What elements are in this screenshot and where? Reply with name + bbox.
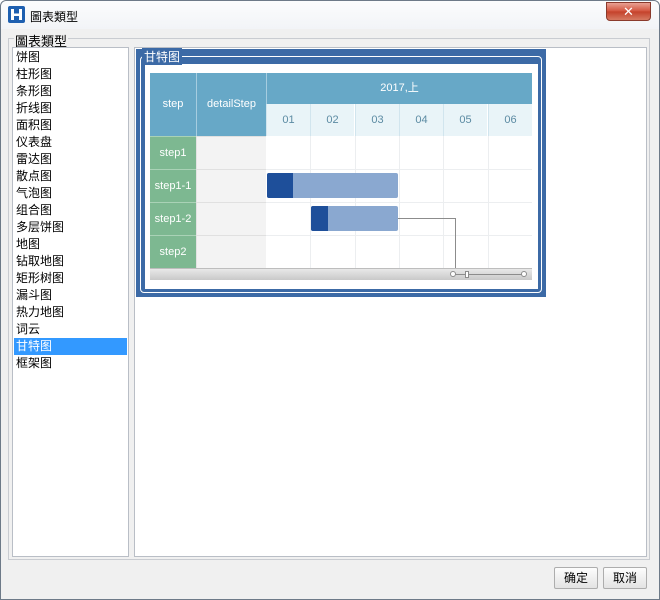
dependency-line-v xyxy=(455,218,456,268)
chart-type-item[interactable]: 矩形树图 xyxy=(14,270,127,287)
chart-type-item[interactable]: 多层饼图 xyxy=(14,219,127,236)
cancel-button[interactable]: 取消 xyxy=(603,567,647,589)
window-title: 圖表類型 xyxy=(30,10,79,24)
gantt-grid-line xyxy=(266,169,532,170)
gantt-row-label: step1 xyxy=(150,136,196,169)
chart-type-item[interactable]: 甘特图 xyxy=(14,338,127,355)
gantt-task-bar[interactable] xyxy=(311,206,398,231)
dependency-line-h xyxy=(398,218,455,219)
gantt-month-header: 05 xyxy=(443,104,487,136)
gantt-row-label: step1-1 xyxy=(150,169,196,202)
chart-type-item[interactable]: 雷达图 xyxy=(14,151,127,168)
chart-type-item[interactable]: 热力地图 xyxy=(14,304,127,321)
chart-type-item[interactable]: 框架图 xyxy=(14,355,127,372)
gantt-row-detail xyxy=(196,235,266,268)
chart-type-item[interactable]: 面积图 xyxy=(14,117,127,134)
app-logo-icon xyxy=(8,6,25,23)
chart-type-item[interactable]: 条形图 xyxy=(14,83,127,100)
gantt-month-header: 06 xyxy=(488,104,532,136)
chart-type-item[interactable]: 词云 xyxy=(14,321,127,338)
gantt-preview-title: 甘特图 xyxy=(142,48,183,65)
ok-button[interactable]: 确定 xyxy=(554,567,598,589)
chart-type-list[interactable]: 饼图 柱形图 条形图 折线图 面积图 仪表盘 雷达图 散点图 气泡图 组合图 多层饼图 地图 钻取地图矩… xyxy=(12,47,129,557)
gantt-header-period: 2017,上 xyxy=(266,73,532,104)
close-button[interactable]: ✕ xyxy=(606,2,651,21)
gantt-header-detail: detailStep xyxy=(196,73,266,136)
gantt-task-bar[interactable] xyxy=(267,173,398,198)
zoom-slider-thumb[interactable] xyxy=(465,271,469,278)
chart-type-item[interactable]: 柱形图 xyxy=(14,66,127,83)
chart-type-item[interactable]: 钻取地图 xyxy=(14,253,127,270)
gantt-task-progress xyxy=(267,173,293,198)
chart-type-item[interactable]: 气泡图 xyxy=(14,185,127,202)
gantt-row-label: step1-2 xyxy=(150,202,196,235)
chart-type-item[interactable]: 折线图 xyxy=(14,100,127,117)
gantt-row-detail xyxy=(196,202,266,235)
chart-type-item[interactable]: 仪表盘 xyxy=(14,134,127,151)
gantt-month-header: 04 xyxy=(399,104,443,136)
zoom-out-icon[interactable] xyxy=(450,271,456,277)
gantt-month-header: 03 xyxy=(355,104,399,136)
chart-type-item[interactable]: 组合图 xyxy=(14,202,127,219)
gantt-task-progress xyxy=(311,206,328,231)
gantt-month-header: 02 xyxy=(310,104,354,136)
gantt-header-step: step xyxy=(150,73,196,136)
gantt-row-detail xyxy=(196,136,266,169)
chart-type-item[interactable]: 地图 xyxy=(14,236,127,253)
title-bar[interactable]: 圖表類型 ✕ xyxy=(1,1,659,29)
chart-type-item[interactable]: 饼图 xyxy=(14,49,127,66)
chart-type-item[interactable]: 散点图 xyxy=(14,168,127,185)
gantt-row-label: step2 xyxy=(150,235,196,268)
gantt-grid-line xyxy=(266,235,532,236)
zoom-in-icon[interactable] xyxy=(521,271,527,277)
gantt-month-header: 01 xyxy=(266,104,310,136)
gantt-grid-line xyxy=(266,202,532,203)
close-icon: ✕ xyxy=(623,4,634,19)
chart-type-item[interactable]: 漏斗图 xyxy=(14,287,127,304)
gantt-row-detail xyxy=(196,169,266,202)
